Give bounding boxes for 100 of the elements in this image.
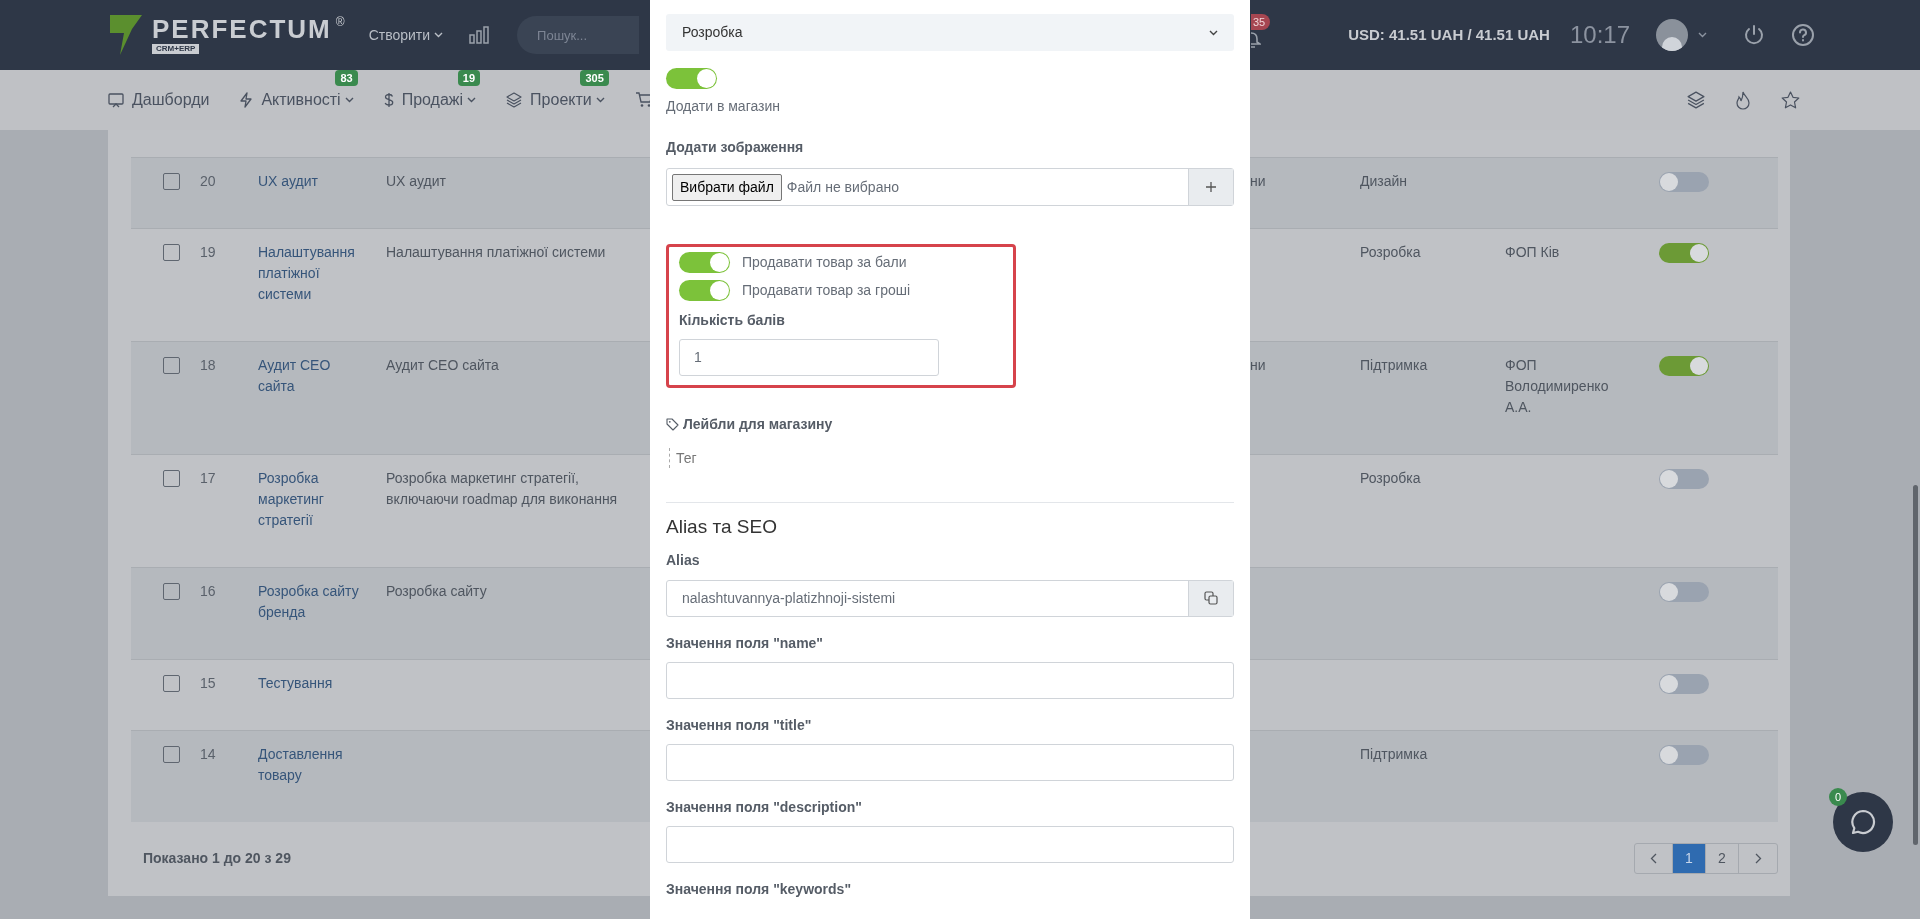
logo-wordmark: PERFECTUM	[152, 16, 332, 42]
file-input[interactable]: Вибрати файл Файл не вибрано	[666, 168, 1234, 206]
cart-icon[interactable]	[634, 92, 653, 108]
task-link[interactable]: Доставлення товару	[258, 744, 366, 786]
toggle-switch[interactable]	[679, 252, 730, 273]
table-cell-text: 16	[200, 582, 217, 601]
row-checkbox[interactable]	[163, 583, 180, 600]
toggle-switch[interactable]	[1659, 469, 1709, 489]
bell-icon[interactable]	[1251, 32, 1261, 48]
notification-badge: 35	[1251, 14, 1271, 30]
table-cell: Підтримка	[1360, 357, 1428, 373]
task-link[interactable]: Тестування	[258, 673, 366, 694]
bar-chart-icon[interactable]	[469, 26, 490, 44]
avatar[interactable]	[1656, 19, 1688, 51]
task-link[interactable]: Аудит СЕО сайта	[258, 355, 366, 418]
layers-icon	[506, 92, 523, 108]
field-label: Значення поля "title"	[666, 715, 813, 735]
toggle-switch[interactable]	[1659, 674, 1709, 694]
row-checkbox[interactable]	[163, 746, 180, 763]
table-cell-text: ФОП Володимиренко А.А.	[1505, 356, 1610, 417]
chat-button[interactable]	[1833, 792, 1893, 852]
count-badge: 19	[457, 70, 481, 86]
help-icon[interactable]	[1791, 23, 1815, 47]
field-label: Додати зображення	[666, 138, 805, 157]
task-link[interactable]: UX аудит	[258, 171, 366, 192]
task-link[interactable]: Розробка маркетинг стратегії	[258, 468, 366, 531]
toggle-label: Продавати товар за бали	[742, 253, 907, 272]
file-status: Файл не вибрано	[786, 177, 899, 197]
row-checkbox[interactable]	[163, 470, 180, 487]
monitor-icon	[108, 92, 124, 108]
create-menu[interactable]: Створити	[368, 24, 444, 46]
logo-icon	[108, 13, 144, 57]
input-field[interactable]	[666, 743, 1234, 781]
table-cell: Підтримка	[1360, 746, 1428, 762]
table-cell: ни	[1250, 357, 1266, 373]
field-label: Кількість балів	[679, 311, 786, 330]
chevron-left-icon	[1650, 853, 1657, 864]
table-cell-text: Налаштування платіжної системи	[386, 243, 607, 262]
category-select[interactable]: Розробка	[666, 14, 1234, 51]
chevron-down-icon	[434, 32, 444, 38]
chevron-right-icon	[1754, 853, 1762, 864]
table-cell-text: Аудит СЕО сайта	[386, 356, 500, 375]
row-checkbox[interactable]	[163, 244, 180, 261]
registered-mark: ®	[335, 16, 345, 28]
task-link[interactable]: Розробка сайту бренда	[258, 581, 366, 623]
table-cell-text: UX аудит	[386, 172, 447, 191]
table-cell-text: 19	[200, 243, 217, 262]
table-cell-text: Розробка сайту	[386, 582, 488, 601]
copy-button[interactable]	[1188, 580, 1233, 616]
table-cell-text: 15	[200, 674, 217, 693]
currency-rate: USD: 41.51 UAH / 41.51 UAH	[1348, 24, 1550, 45]
table-cell: Розробка	[1360, 244, 1421, 260]
power-icon[interactable]	[1743, 24, 1765, 46]
field-label: Alias	[666, 550, 701, 570]
choose-file-button[interactable]: Вибрати файл	[672, 173, 782, 201]
table-cell-text: 14	[200, 745, 217, 764]
logo-tagline: CRM+ERP	[152, 44, 200, 54]
scrollbar-thumb[interactable]	[1913, 485, 1918, 845]
tag-icon	[666, 418, 679, 431]
toggle-switch[interactable]	[1659, 582, 1709, 602]
task-link[interactable]: Налаштування платіжної системи	[258, 242, 366, 305]
lightning-icon	[239, 92, 254, 108]
section-title: Alias та SEO	[666, 515, 778, 539]
toggle-switch[interactable]	[679, 280, 730, 301]
page-button[interactable]: 2	[1706, 844, 1739, 873]
chat-badge: 0	[1829, 788, 1847, 806]
table-cell-text: 18	[200, 356, 217, 375]
chevron-down-icon	[1698, 32, 1707, 38]
toggle-switch[interactable]	[1659, 745, 1709, 765]
plus-icon	[1205, 181, 1217, 193]
layers-icon[interactable]	[1687, 91, 1705, 109]
input-field[interactable]	[666, 661, 1234, 699]
search-field[interactable]: Пошук...	[517, 16, 640, 54]
table-cell: ни	[1250, 173, 1266, 189]
count-badge: 305	[580, 70, 609, 86]
row-checkbox[interactable]	[163, 357, 180, 374]
toggle-switch[interactable]	[1659, 356, 1709, 376]
nav-item[interactable]: Дашборди	[108, 88, 210, 112]
star-icon[interactable]	[1781, 91, 1800, 109]
row-checkbox[interactable]	[163, 675, 180, 692]
toggle-switch[interactable]	[666, 68, 717, 89]
table-cell-text: 20	[200, 172, 217, 191]
table-cell: Розробка	[1360, 470, 1421, 486]
field-label: Значення поля "keywords"	[666, 879, 853, 899]
row-checkbox[interactable]	[163, 173, 180, 190]
field-label: Лейбли для магазину	[683, 415, 833, 434]
points-input[interactable]: 1	[679, 339, 939, 376]
add-button[interactable]	[1188, 169, 1233, 205]
chat-icon	[1850, 809, 1876, 835]
toggle-label: Продавати товар за гроші	[742, 281, 911, 300]
page-button[interactable]: 1	[1673, 844, 1706, 873]
toggle-switch[interactable]	[1659, 172, 1709, 192]
toggle-label: Додати в магазин	[666, 97, 782, 116]
toggle-switch[interactable]	[1659, 243, 1709, 263]
flame-icon[interactable]	[1735, 90, 1751, 110]
tag-input[interactable]: Тег	[669, 448, 1234, 468]
table-cell-text: Розробка маркетинг стратегії, включаючи roadmap для виконання	[386, 469, 619, 509]
input-field[interactable]	[666, 825, 1234, 863]
alias-input[interactable]: nalashtuvannya-platizhnoji-sistemi	[666, 579, 1234, 617]
field-label: Значення поля "description"	[666, 797, 863, 817]
